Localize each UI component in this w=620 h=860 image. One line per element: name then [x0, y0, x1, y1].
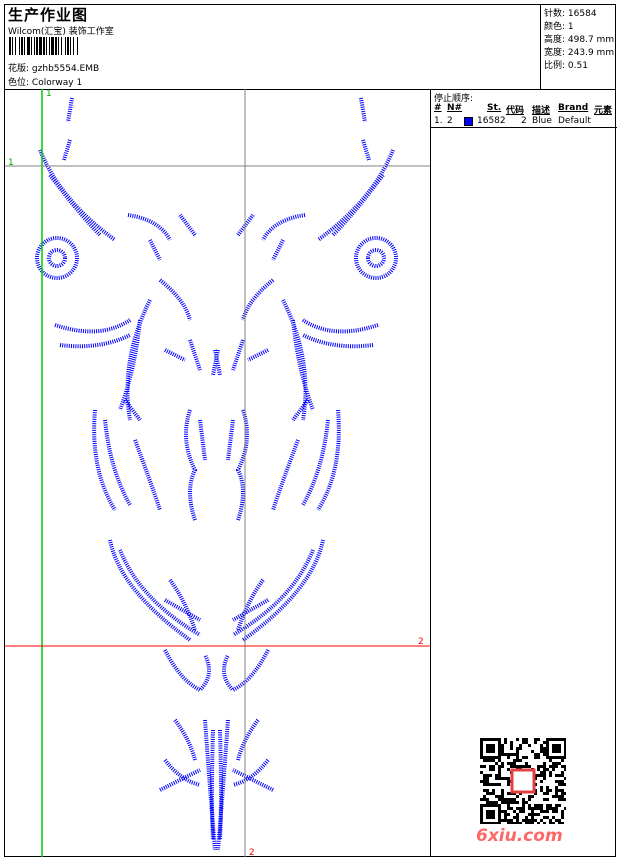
embroidery-right-half [210, 96, 398, 852]
design-width: 宽度: 243.9 mm [544, 48, 615, 58]
row-needle: 2 [447, 116, 453, 126]
color-count: 颜色: 1 [544, 22, 574, 32]
design-height: 高度: 498.7 mm [544, 35, 615, 45]
row-divider [431, 127, 617, 128]
row-code: 2 [521, 116, 527, 126]
col-header-element: 元素 [594, 106, 613, 116]
design-info: 针数: 16584 颜色: 1 高度: 498.7 mm 宽度: 243.9 m… [540, 4, 617, 89]
col-header-brand: Brand [558, 103, 589, 113]
design-scale: 比例: 0.51 [544, 61, 588, 71]
embroidery-design [35, 96, 398, 852]
guide-label-green: 1 [46, 89, 52, 99]
row-description: Blue [532, 116, 552, 126]
qr-code [480, 738, 566, 824]
color-swatch [464, 117, 473, 126]
row-index: 1. [434, 116, 443, 126]
col-header-stitches: St. [487, 103, 502, 113]
stitch-count: 针数: 16584 [544, 9, 597, 19]
guide-label-red: 2 [418, 637, 424, 647]
col-header-description: 描述 [532, 106, 551, 116]
guide-label-gray-h: 1 [8, 158, 14, 168]
embroidery-left-half [35, 97, 223, 851]
watermark-logo: 6xiu.com [476, 826, 563, 846]
guide-label-gray-v: 2 [249, 848, 255, 858]
row-brand: Default [558, 116, 591, 126]
design-canvas: 1 1 2 2 [5, 89, 430, 858]
qr-logo-seal [510, 768, 536, 794]
row-stitches: 16582 [477, 116, 506, 126]
col-header-code: 代码 [506, 106, 525, 116]
col-header-index: # [434, 103, 442, 113]
col-header-needle: N# [447, 103, 463, 113]
